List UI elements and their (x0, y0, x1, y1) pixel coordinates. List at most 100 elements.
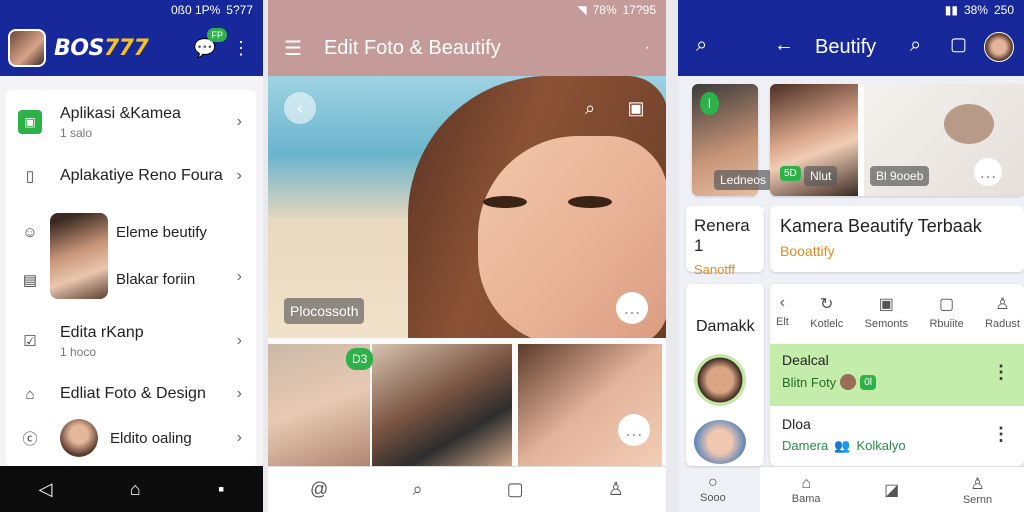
chat-icon[interactable]: 💬 FP (191, 28, 227, 62)
portrait-thumbnail (50, 213, 108, 299)
more-vert-icon[interactable]: ⋮ (992, 362, 1010, 383)
search-icon[interactable]: ⌕ (412, 479, 422, 500)
avatar[interactable] (984, 32, 1014, 62)
list-row-selected[interactable]: Dealcal Blitn Foty 0l ⋮ (770, 344, 1024, 406)
chip-right: Bl 9ooeb (870, 166, 930, 186)
eye-right (568, 196, 612, 208)
nav-profile[interactable]: ♙ Sernn (963, 474, 992, 506)
side-heading: Damakk (696, 318, 755, 335)
chat-icon[interactable]: ▢ (950, 34, 967, 55)
status-indicators: 0ß0 1P% (170, 3, 221, 17)
chat-bubble-icon[interactable]: … (618, 414, 650, 446)
status-bar: 0ß0 1P% 5?77 (0, 0, 263, 20)
chevron-right-icon: › (236, 385, 242, 402)
tab-elt[interactable]: ‹ Elt (776, 294, 789, 330)
chat-icon: ▢ (939, 296, 955, 313)
title-card[interactable]: Kamera Beautify Terbaak Booattify (770, 206, 1024, 272)
tab-label: Radust (985, 318, 1020, 330)
avatar-thumbnail (60, 419, 98, 457)
search-icon[interactable]: ⌕ (574, 92, 606, 124)
item-subtitle: 1 salo (60, 125, 93, 140)
recents-icon[interactable]: ▪ (218, 479, 224, 500)
profile-icon: ♙ (970, 475, 985, 493)
status-time: 250 (993, 3, 1014, 17)
bag-icon: ⌂ (25, 385, 35, 403)
tab-radust[interactable]: ♙ Radust (985, 294, 1020, 330)
back-arrow-icon[interactable]: ‹ (284, 92, 316, 124)
featured-card[interactable]: 5D Nlut Bl 9ooeb … (770, 84, 1024, 196)
item-title: Edita rKanp (60, 323, 144, 341)
item-title: Eleme beutify (116, 224, 207, 241)
more-icon[interactable]: · (645, 39, 650, 57)
list-row[interactable]: Dloa Damera 👥 Kolkalyo ⋮ (770, 408, 1024, 464)
square-icon[interactable]: ▢ (507, 479, 524, 500)
document-icon: ▯ (25, 168, 35, 185)
nav-label: Sernn (962, 493, 993, 506)
chevron-right-icon: › (236, 429, 242, 446)
chevron-right-icon: › (236, 113, 242, 130)
status-bar: ▮▮ 38% 250 (678, 0, 1024, 20)
grid-photo[interactable]: D3 (346, 344, 512, 466)
nav-item-left[interactable]: ○ Sooo (700, 474, 726, 504)
row-chip: 0l (860, 374, 876, 390)
grid-photo[interactable]: … (518, 344, 662, 466)
row-subtitle: Damera (782, 438, 829, 453)
nav-home[interactable]: ⌂ Bama (792, 475, 821, 505)
app-icon: ▣ (18, 110, 42, 134)
menu-list: ▣ Aplikasi &Kamea 1 salo › ▯ Aplakatiye R… (6, 90, 256, 466)
avatar[interactable] (694, 354, 746, 406)
tab-label: Kotlelc (810, 318, 844, 330)
list-item[interactable]: ▣ Aplikasi &Kamea 1 salo › (6, 98, 256, 146)
people-icon: 👥 (834, 438, 851, 453)
photo-card-left[interactable]: | Ledneos (692, 84, 773, 196)
back-icon: ‹ (779, 294, 786, 311)
list-item[interactable]: ⌂ Edliat Foto & Design › (6, 372, 256, 416)
list-card: ‹ Elt ↻ Kotlelc ▣ Semonts ▢ Rbuiite ♙ Radust … (770, 284, 1024, 466)
signal-icon: ▮▮ (944, 3, 958, 17)
back-arrow-icon[interactable]: ← (774, 34, 794, 57)
more-vert-icon[interactable]: ⋮ (227, 34, 255, 62)
more-vert-icon[interactable]: ⋮ (992, 424, 1010, 445)
category-tabs: ‹ Elt ↻ Kotlelc ▣ Semonts ▢ Rbuiite ♙ Radust (776, 294, 1020, 330)
list-item[interactable]: ☑ Edita rKanp 1 hoco › (6, 316, 256, 366)
list-item[interactable]: ☺ ▤ Eleme beutify Blakar foriin › (6, 206, 256, 306)
edit-icon: ◪ (884, 481, 900, 499)
avatar[interactable] (8, 29, 46, 67)
tab-rbuiite[interactable]: ▢ Rbuiite (929, 294, 963, 330)
info-card-left[interactable]: Renera 1 Sanotff (686, 206, 764, 277)
list-item[interactable]: ▯ Aplakatiye Reno Foura › (6, 154, 256, 198)
menu-icon[interactable]: ☰ (284, 36, 302, 61)
card-subtitle: Sanotff (694, 262, 735, 277)
tab-label: Semonts (864, 318, 909, 330)
profile-icon: ♙ (995, 296, 1010, 313)
gallery-icon[interactable]: ▣ (620, 92, 652, 124)
search-icon[interactable]: ⌕ (696, 34, 707, 57)
home-icon[interactable]: ⌂ (130, 479, 141, 500)
item-title: Edliat Foto & Design (60, 385, 206, 402)
bottom-nav: @ ⌕ ▢ ♙ (268, 466, 666, 512)
card-label: Ledneos (714, 170, 773, 190)
profile-icon[interactable]: ♙ (608, 479, 624, 500)
image-icon: ▤ (22, 272, 38, 289)
nav-edit[interactable]: ◪ (884, 480, 899, 500)
face-icon: ☺ (22, 223, 38, 241)
list-item[interactable]: ⓒ Eldito oaling › (6, 416, 256, 460)
spiral-icon[interactable]: @ (310, 479, 328, 500)
status-bar: ◥ 78% 17?95 (268, 0, 666, 20)
search-icon[interactable]: ⌕ (910, 34, 921, 57)
status-time: 17?95 (622, 3, 656, 17)
chat-bubble-icon[interactable]: … (616, 292, 648, 324)
brand-logo: BOS777 (54, 35, 149, 61)
tab-kotlelc[interactable]: ↻ Kotlelc (810, 294, 843, 330)
green-chip: 5D (780, 166, 801, 181)
decor-shape (944, 104, 994, 144)
tab-semonts[interactable]: ▣ Semonts (865, 294, 908, 330)
avatar[interactable] (694, 420, 746, 464)
app-bar: ⌕ ← Beutify ⌕ ▢ (678, 20, 1024, 76)
chat-bubble-icon[interactable]: … (974, 158, 1002, 186)
eye-left (483, 196, 527, 208)
row-subtitle: Blitn Foty (782, 374, 837, 390)
back-icon[interactable]: ◁ (39, 479, 53, 500)
app-bar: ☰ Edit Foto & Beautify · (268, 20, 666, 76)
chevron-right-icon: › (236, 268, 242, 285)
